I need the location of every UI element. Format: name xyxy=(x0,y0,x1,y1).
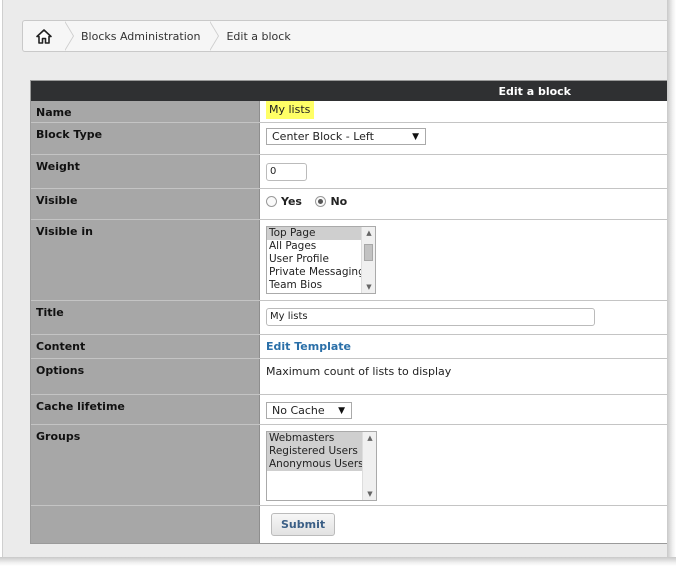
cache-lifetime-label: Cache lifetime xyxy=(31,395,260,424)
breadcrumb-current: Edit a block xyxy=(226,29,291,43)
row-visible: Visible Yes No xyxy=(31,189,667,220)
breadcrumb-separator xyxy=(64,21,77,51)
visible-no-label: No xyxy=(330,195,348,208)
listbox-scrollbar[interactable]: ▲ ▼ xyxy=(362,432,376,500)
row-weight: Weight 0 xyxy=(31,155,667,189)
frame-shadow-right xyxy=(667,0,676,566)
visible-no-radio[interactable]: No xyxy=(315,195,347,208)
list-item[interactable]: Private Messaging xyxy=(267,266,375,279)
block-type-label: Block Type xyxy=(31,123,260,154)
visible-yes-label: Yes xyxy=(281,195,302,208)
dropdown-arrow-icon: ▼ xyxy=(412,131,419,142)
block-type-select[interactable]: Center Block - Left ▼ xyxy=(266,128,426,145)
cache-lifetime-select[interactable]: No Cache ▼ xyxy=(266,402,352,419)
row-groups: Groups Webmasters Registered Users Anony… xyxy=(31,425,667,506)
weight-label: Weight xyxy=(31,155,260,188)
radio-checked-icon xyxy=(315,196,327,207)
row-content: Content Edit Template xyxy=(31,335,667,359)
submit-button[interactable]: Submit xyxy=(271,513,336,536)
name-label: Name xyxy=(31,101,260,122)
breadcrumb-home[interactable] xyxy=(23,21,65,51)
home-icon xyxy=(36,28,52,44)
options-text: Maximum count of lists to display xyxy=(266,365,452,378)
edit-block-form: Edit a block Name My lists Block Type Ce… xyxy=(30,80,667,544)
list-item[interactable]: Top Page xyxy=(267,227,375,240)
visible-yes-radio[interactable]: Yes xyxy=(266,195,302,208)
frame-shadow-bottom xyxy=(0,557,676,566)
row-block-type: Block Type Center Block - Left ▼ xyxy=(31,123,667,155)
visible-in-label: Visible in xyxy=(31,220,260,300)
list-item[interactable]: All Pages xyxy=(267,240,375,253)
list-item[interactable]: Team Bios xyxy=(267,279,375,292)
name-value: My lists xyxy=(266,101,315,119)
breadcrumb-blocks-administration[interactable]: Blocks Administration xyxy=(77,30,210,43)
list-item[interactable]: Registered Users xyxy=(267,445,364,458)
row-visible-in: Visible in Top Page All Pages User Profi… xyxy=(31,220,667,301)
edit-template-link[interactable]: Edit Template xyxy=(266,340,351,353)
listbox-scrollbar[interactable]: ▲ ▼ xyxy=(361,227,375,293)
scroll-down-icon[interactable]: ▼ xyxy=(362,281,375,293)
row-options: Options Maximum count of lists to displa… xyxy=(31,359,667,395)
title-label: Title xyxy=(31,301,260,334)
groups-listbox[interactable]: Webmasters Registered Users Anonymous Us… xyxy=(266,431,377,501)
options-label: Options xyxy=(31,359,260,394)
breadcrumb-separator xyxy=(209,21,222,51)
submit-label-cell xyxy=(31,506,260,543)
content-label: Content xyxy=(31,335,260,358)
list-item[interactable]: User Profile xyxy=(267,253,375,266)
list-item[interactable]: Anonymous Users xyxy=(267,458,364,471)
row-submit: Submit xyxy=(31,506,667,543)
form-header: Edit a block xyxy=(31,81,667,101)
cache-lifetime-value: No Cache xyxy=(272,404,325,417)
dropdown-arrow-icon: ▼ xyxy=(338,405,345,416)
scroll-thumb[interactable] xyxy=(364,244,373,261)
breadcrumb: Blocks Administration Edit a block xyxy=(22,20,667,52)
radio-unchecked-icon xyxy=(266,196,277,207)
row-cache-lifetime: Cache lifetime No Cache ▼ xyxy=(31,395,667,425)
scroll-up-icon[interactable]: ▲ xyxy=(363,432,376,444)
scroll-down-icon[interactable]: ▼ xyxy=(363,488,376,500)
weight-input[interactable]: 0 xyxy=(266,163,307,181)
list-item[interactable]: Webmasters xyxy=(267,432,364,445)
block-type-value: Center Block - Left xyxy=(272,130,374,143)
row-name: Name My lists xyxy=(31,101,667,123)
visible-in-listbox[interactable]: Top Page All Pages User Profile Private … xyxy=(266,226,376,294)
row-title: Title My lists xyxy=(31,301,667,335)
groups-label: Groups xyxy=(31,425,260,505)
visible-label: Visible xyxy=(31,189,260,219)
title-input[interactable]: My lists xyxy=(266,308,595,326)
scroll-up-icon[interactable]: ▲ xyxy=(362,227,375,239)
